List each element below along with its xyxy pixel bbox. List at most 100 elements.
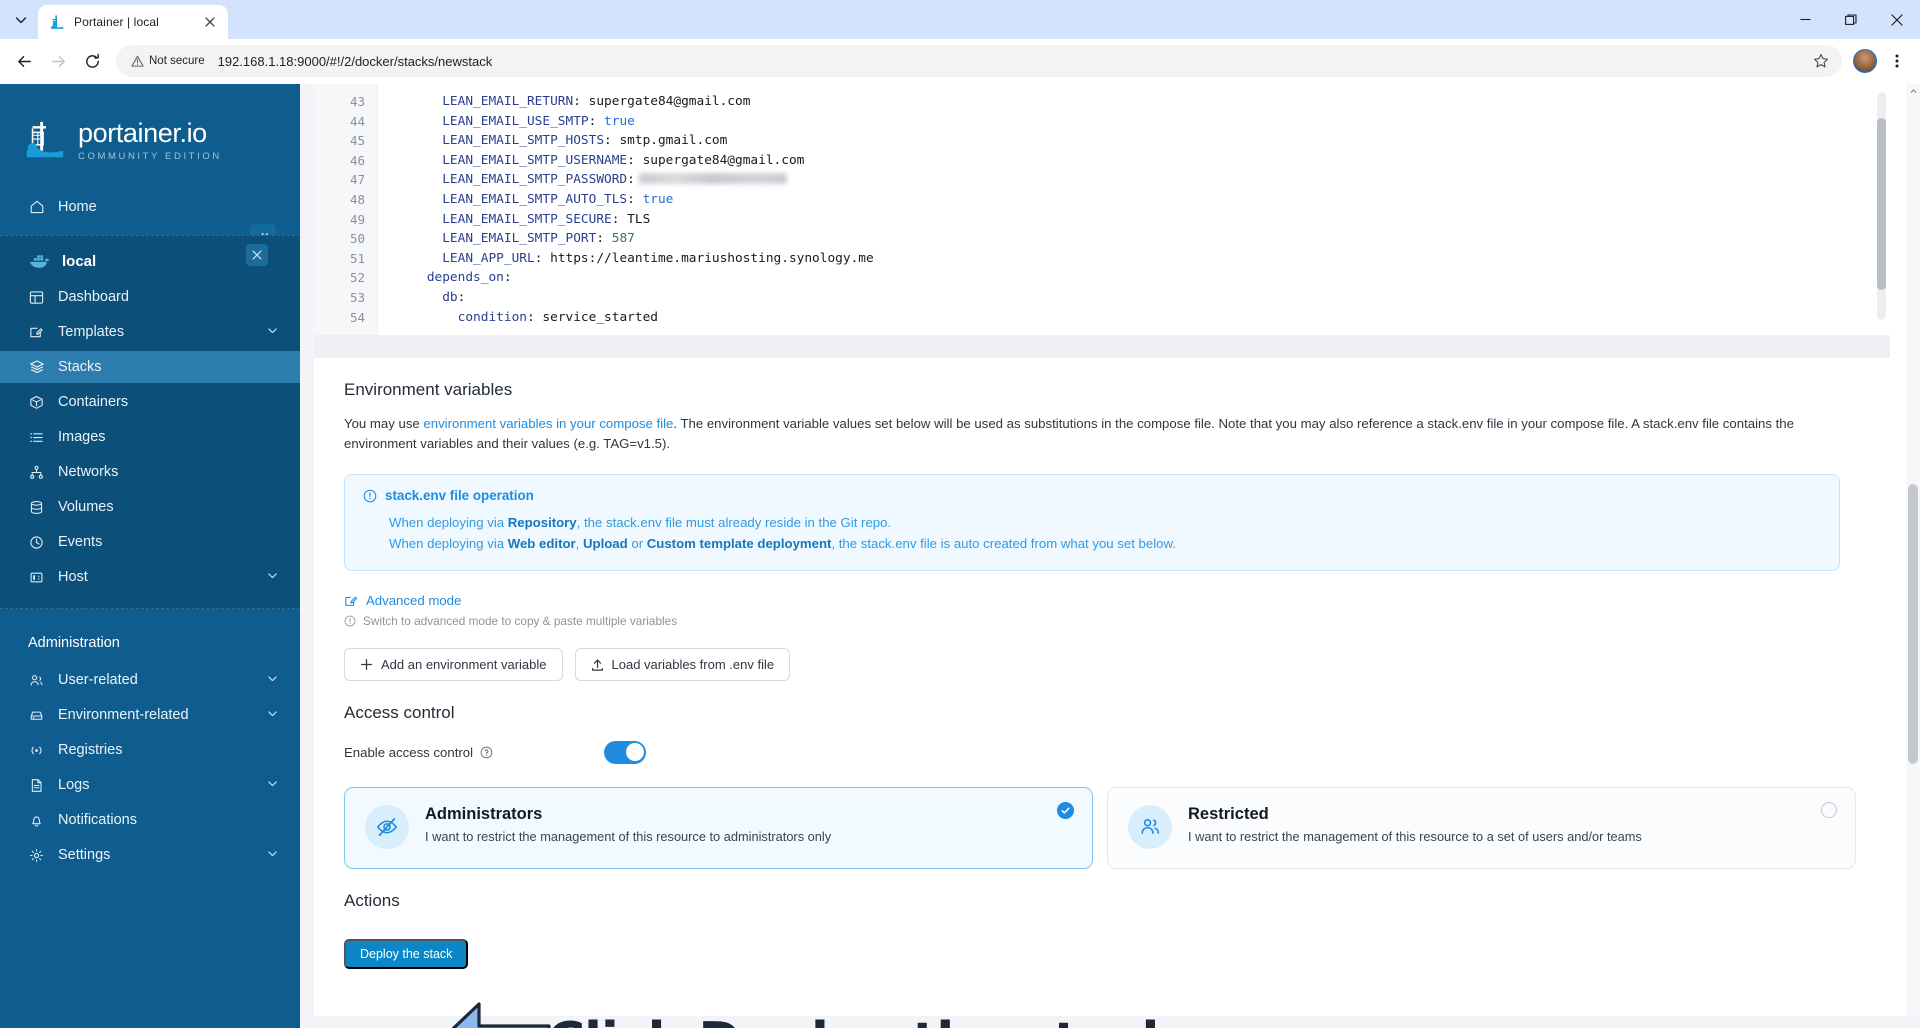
- line2-c: ,: [575, 536, 583, 551]
- eye-off-icon: [365, 805, 409, 849]
- compose-env-vars-link[interactable]: environment variables in your compose fi…: [423, 416, 673, 431]
- sidebar-item-templates[interactable]: Templates: [0, 316, 300, 348]
- sidebar-item-networks[interactable]: Networks: [0, 456, 300, 488]
- sidebar-item-label: Networks: [58, 464, 119, 480]
- line2-upload: Upload: [583, 536, 628, 551]
- sidebar-item-user-related[interactable]: User-related: [0, 664, 300, 696]
- editor-line-number: 43: [349, 94, 365, 109]
- sidebar-item-home[interactable]: Home: [0, 191, 300, 223]
- question-circle-icon[interactable]: [480, 746, 493, 759]
- editor-line-number: 49: [349, 211, 365, 227]
- sidebar-item-label: Environment-related: [58, 707, 189, 723]
- access-option-administrators[interactable]: Administrators I want to restrict the ma…: [344, 787, 1093, 869]
- tab-search-button[interactable]: [4, 5, 38, 35]
- browser-tab-title: Portainer | local: [74, 15, 159, 29]
- environment-variables-heading: Environment variables: [344, 380, 513, 399]
- editor-code-line: depends_on:: [396, 268, 1890, 288]
- sidebar-item-settings[interactable]: Settings: [0, 839, 300, 871]
- browser-menu-button[interactable]: [1882, 46, 1912, 76]
- gear-icon: [28, 847, 45, 864]
- sidebar-item-containers[interactable]: Containers: [0, 386, 300, 418]
- chevron-down-icon[interactable]: [267, 847, 278, 863]
- editor-key: db: [396, 289, 458, 305]
- forward-button[interactable]: [42, 45, 74, 77]
- editor-key: LEAN_EMAIL_RETURN: [396, 94, 574, 109]
- editor-colon: :: [627, 172, 635, 188]
- desc-pre: You may use: [344, 416, 424, 431]
- chevron-down-icon[interactable]: [267, 672, 278, 688]
- chevron-down-icon[interactable]: [267, 324, 278, 340]
- env-variable-buttons: Add an environment variable Load variabl…: [344, 648, 1856, 681]
- radio-selected-icon[interactable]: [1057, 802, 1074, 819]
- redacted-password-value: [638, 173, 787, 185]
- tab-close-button[interactable]: [201, 13, 219, 31]
- editor-key: LEAN_EMAIL_SMTP_USERNAME: [396, 152, 628, 168]
- editor-vertical-scrollbar[interactable]: [1877, 92, 1886, 320]
- editor-line-number: 51: [349, 250, 365, 266]
- page-scrollbar[interactable]: [1906, 84, 1920, 1028]
- brand-name: portainer.io: [78, 118, 207, 148]
- info-box-line-1: When deploying via Repository, the stack…: [363, 512, 1821, 533]
- window-maximize-button[interactable]: [1828, 0, 1874, 39]
- sidebar-item-stacks[interactable]: Stacks: [0, 351, 300, 383]
- editor-code-lines[interactable]: LEAN_EMAIL_RETURN: supergate84@gmail.com…: [378, 84, 1890, 335]
- deploy-the-stack-button[interactable]: Deploy the stack: [344, 939, 469, 969]
- editor-line-number: 48: [349, 191, 365, 207]
- chevron-down-icon[interactable]: [267, 777, 278, 793]
- chevron-down-icon[interactable]: [267, 707, 278, 723]
- sidebar-item-dashboard[interactable]: Dashboard: [0, 281, 300, 313]
- host-icon: [28, 569, 45, 586]
- environment-icon: [28, 707, 45, 724]
- window-close-button[interactable]: [1874, 0, 1920, 39]
- radio-unselected-icon[interactable]: [1821, 802, 1837, 818]
- editor-value: true: [634, 191, 674, 207]
- dashboard-icon: [28, 289, 45, 306]
- back-arrow-icon: [17, 55, 31, 67]
- sidebar-item-label: Images: [58, 429, 106, 445]
- sidebar-item-logs[interactable]: Logs: [0, 769, 300, 801]
- scroll-up-arrow[interactable]: [1906, 84, 1920, 98]
- add-environment-variable-button[interactable]: Add an environment variable: [344, 648, 563, 681]
- sidebar-item-label: Stacks: [58, 359, 102, 375]
- editor-colon: :: [526, 309, 535, 325]
- sidebar-item-volumes[interactable]: Volumes: [0, 491, 300, 523]
- enable-access-control-row: Enable access control: [344, 739, 1856, 765]
- environment-close-button[interactable]: [246, 244, 268, 266]
- enable-access-control-toggle[interactable]: [604, 740, 646, 764]
- sidebar-item-host[interactable]: Host: [0, 561, 300, 593]
- sidebar-item-registries[interactable]: Registries: [0, 734, 300, 766]
- portainer-app: portainer.io COMMUNITY EDITION Home loca…: [0, 84, 1920, 1028]
- editor-code-line: LEAN_EMAIL_RETURN: supergate84@gmail.com: [396, 92, 1890, 112]
- main-content: 43 44 45 46 47 48 49 50 51 52 53 54 LEAN_EMAIL_RETU…: [300, 84, 1920, 1028]
- url-text: 192.168.1.18:9000/#!/2/docker/stacks/new…: [217, 53, 493, 69]
- reload-button[interactable]: [76, 45, 108, 77]
- advanced-mode-toggle[interactable]: Advanced mode: [344, 593, 1856, 608]
- bookmark-button[interactable]: [1806, 46, 1836, 76]
- site-security-indicator[interactable]: Not secure: [128, 52, 212, 71]
- advanced-mode-hint-text: Switch to advanced mode to copy & paste …: [363, 614, 678, 628]
- chevron-down-icon: [15, 17, 27, 24]
- editor-bottom-padding: [314, 336, 1890, 358]
- browser-tab[interactable]: Portainer | local: [38, 5, 228, 39]
- browser-tabstrip: Portainer | local: [0, 0, 1920, 39]
- chevron-up-icon: [1909, 88, 1917, 93]
- sidebar-item-environment-related[interactable]: Environment-related: [0, 699, 300, 731]
- sidebar-item-images[interactable]: Images: [0, 421, 300, 453]
- load-variables-from-env-file-button[interactable]: Load variables from .env file: [574, 648, 791, 681]
- access-option-restricted[interactable]: Restricted I want to restrict the manage…: [1107, 787, 1856, 869]
- scrollbar-thumb[interactable]: [1877, 118, 1886, 290]
- info-box-title: stack.env file operation: [385, 488, 534, 503]
- window-controls: [1782, 0, 1920, 39]
- chevron-down-icon[interactable]: [267, 569, 278, 585]
- sidebar-item-events[interactable]: Events: [0, 526, 300, 558]
- access-control-heading: Access control: [344, 703, 455, 722]
- back-button[interactable]: [8, 45, 40, 77]
- line1-repository: Repository: [507, 515, 577, 530]
- window-minimize-button[interactable]: [1782, 0, 1828, 39]
- page-scrollbar-thumb[interactable]: [1908, 484, 1918, 764]
- omnibox[interactable]: Not secure 192.168.1.18:9000/#!/2/docker…: [116, 45, 1842, 77]
- editor-colon: :: [604, 133, 612, 149]
- compose-code-editor[interactable]: 43 44 45 46 47 48 49 50 51 52 53 54 LEAN_EMAIL_RETU…: [314, 84, 1890, 336]
- profile-button[interactable]: [1850, 46, 1880, 76]
- sidebar-item-notifications[interactable]: Notifications: [0, 804, 300, 836]
